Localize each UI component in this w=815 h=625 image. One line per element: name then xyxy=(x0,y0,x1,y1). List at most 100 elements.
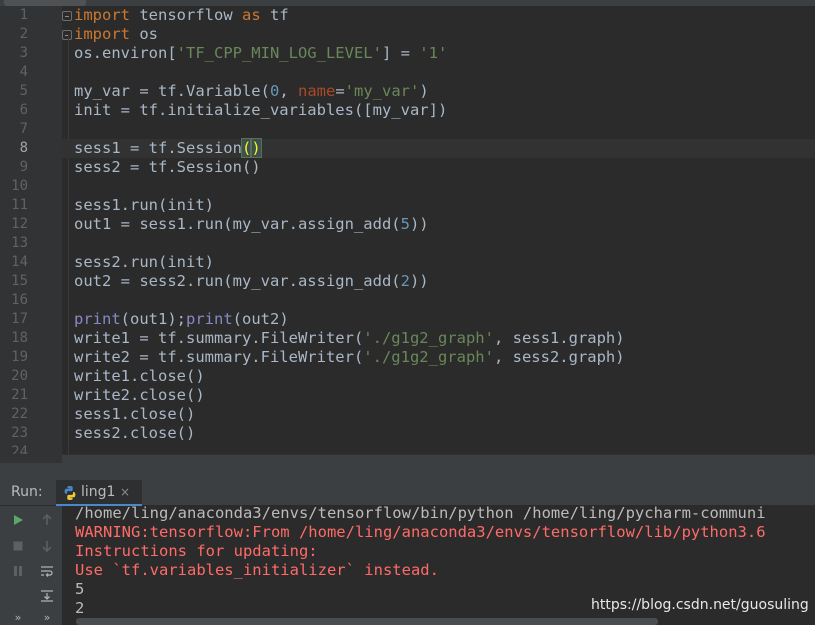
code-token: )) xyxy=(409,215,429,233)
up-arrow-icon[interactable] xyxy=(37,510,57,530)
code-token: write2.close() xyxy=(74,386,205,404)
code-token: write2 = tf.summary.FileWriter( xyxy=(74,348,364,366)
number-token: 5 xyxy=(400,215,410,233)
more-icon[interactable]: » xyxy=(8,607,28,625)
code-token: ) xyxy=(419,82,429,100)
code-token: write1 = tf.summary.FileWriter( xyxy=(74,329,364,347)
code-token: , sess1.graph) xyxy=(493,329,625,347)
line-number-gutter: 1 2 3 4 5 6 7 8 9 10 11 12 13 14 15 16 1… xyxy=(0,6,62,454)
scroll-end-icon[interactable] xyxy=(37,586,57,606)
line-number: 1 xyxy=(19,7,28,23)
fold-toggle-icon[interactable] xyxy=(62,30,72,40)
code-line: import os xyxy=(74,25,158,44)
console-line-command: /home/ling/anaconda3/envs/tensorflow/bin… xyxy=(75,506,766,522)
code-token: os.environ[ xyxy=(74,44,177,62)
line-number: 16 xyxy=(11,292,28,308)
panel-splitter[interactable] xyxy=(0,454,815,480)
line-number: 24 xyxy=(11,444,28,454)
code-token: init = tf.initialize_variables([my_var]) xyxy=(74,101,448,119)
number-token: 0 xyxy=(269,82,280,100)
line-number: 7 xyxy=(19,121,28,137)
code-token: write1.close() xyxy=(74,367,205,385)
down-arrow-icon[interactable] xyxy=(37,536,57,556)
line-number: 23 xyxy=(11,425,28,441)
string-token: 'my_var' xyxy=(344,82,420,100)
code-token: tensorflow xyxy=(130,6,242,24)
console-line-warning: WARNING:tensorflow:From /home/ling/anaco… xyxy=(75,523,766,541)
code-token: out2 = sess2.run(my_var.assign_add( xyxy=(74,272,401,290)
code-token: (out2) xyxy=(232,310,289,328)
matched-brace: ( xyxy=(240,138,253,158)
code-line: print(out1);print(out2) xyxy=(74,310,289,329)
code-token: sess2.run(init) xyxy=(74,253,214,271)
more-icon[interactable]: » xyxy=(37,607,57,625)
keyword-arg-token: name xyxy=(297,82,336,100)
matched-brace: ) xyxy=(250,138,262,158)
string-token: './g1g2_graph' xyxy=(363,348,494,366)
line-number: 15 xyxy=(11,273,28,289)
line-number: 17 xyxy=(11,311,28,327)
horizontal-scrollbar[interactable] xyxy=(76,618,658,625)
python-icon xyxy=(64,486,76,500)
run-tab-ling1[interactable]: ling1 × xyxy=(56,480,142,506)
line-number: 11 xyxy=(11,197,28,213)
fold-toggle-icon[interactable] xyxy=(62,11,72,21)
string-token: './g1g2_graph' xyxy=(363,329,494,347)
line-number-current: 8 xyxy=(19,140,28,156)
code-line: out1 = sess1.run(my_var.assign_add(5)) xyxy=(74,215,429,234)
code-token: , sess2.graph) xyxy=(493,348,625,366)
code-token: my_var = tf.Variable( xyxy=(74,82,270,100)
run-tab-label: ling1 xyxy=(81,484,116,500)
line-number: 18 xyxy=(11,330,28,346)
code-token: sess1.run(init) xyxy=(74,196,214,214)
code-line: sess1.run(init) xyxy=(74,196,214,215)
line-number: 2 xyxy=(19,26,28,42)
code-line: my_var = tf.Variable(0, name='my_var') xyxy=(74,82,429,101)
close-icon[interactable]: × xyxy=(120,485,130,499)
code-editor[interactable]: 1 2 3 4 5 6 7 8 9 10 11 12 13 14 15 16 1… xyxy=(0,6,815,454)
code-token: tf xyxy=(260,6,289,24)
code-line: write1 = tf.summary.FileWriter('./g1g2_g… xyxy=(74,329,625,348)
keyword-token: import xyxy=(74,25,130,43)
code-token: os xyxy=(130,25,158,43)
code-token: sess2.close() xyxy=(74,424,196,442)
line-number: 20 xyxy=(11,368,28,384)
console-line-warning: Instructions for updating: xyxy=(75,542,318,560)
code-token: ] = xyxy=(381,44,420,62)
console-line-output: 5 xyxy=(75,580,85,598)
code-line: write1.close() xyxy=(74,367,205,386)
run-panel-title: Run: xyxy=(11,484,43,500)
line-number: 19 xyxy=(11,349,28,365)
console-line-output: 2 xyxy=(75,599,85,617)
code-token: )) xyxy=(409,272,429,290)
code-line: init = tf.initialize_variables([my_var]) xyxy=(74,101,447,120)
builtin-token: print xyxy=(186,310,233,328)
line-number: 6 xyxy=(19,102,28,118)
builtin-token: print xyxy=(74,310,121,328)
line-number: 4 xyxy=(19,64,28,80)
line-number: 12 xyxy=(11,216,28,232)
fold-guide xyxy=(68,34,69,454)
code-line: write2.close() xyxy=(74,386,205,405)
gutter-peek xyxy=(0,455,62,463)
soft-wrap-icon[interactable] xyxy=(37,561,57,581)
stop-icon[interactable] xyxy=(8,536,28,556)
line-number: 3 xyxy=(19,45,28,61)
run-panel-header: Run: ling1 × xyxy=(0,480,815,506)
play-icon[interactable] xyxy=(8,510,28,530)
code-line: out2 = sess2.run(my_var.assign_add(2)) xyxy=(74,272,429,291)
line-number: 10 xyxy=(11,178,28,194)
keyword-token: import xyxy=(74,6,130,24)
code-token: = xyxy=(335,82,345,100)
pause-icon[interactable] xyxy=(8,561,28,581)
line-number: 13 xyxy=(11,235,28,251)
code-token: out1 = sess1.run(my_var.assign_add( xyxy=(74,215,401,233)
line-number: 21 xyxy=(11,387,28,403)
string-token: '1' xyxy=(419,44,448,62)
string-token: 'TF_CPP_MIN_LOG_LEVEL' xyxy=(176,44,382,62)
line-number: 22 xyxy=(11,406,28,422)
number-token: 2 xyxy=(400,272,410,290)
code-line: sess2.close() xyxy=(74,424,195,443)
code-line: sess2 = tf.Session() xyxy=(74,158,261,177)
code-token: sess1.close() xyxy=(74,405,196,423)
